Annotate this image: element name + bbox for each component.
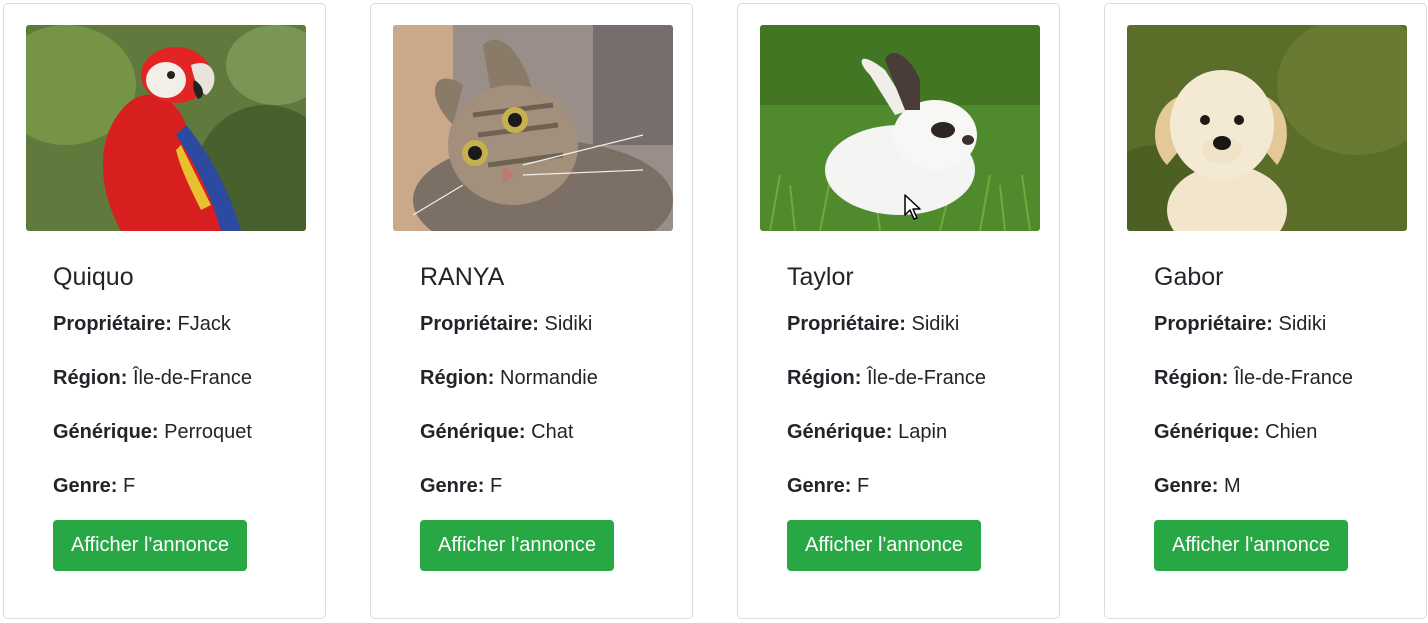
gender-label: Genre: bbox=[420, 475, 485, 497]
gender-value: F bbox=[857, 475, 870, 497]
owner-field: Propriétaire: FJack bbox=[53, 312, 315, 336]
view-listing-button[interactable]: Afficher l'annonce bbox=[1154, 520, 1348, 571]
gender-field: Genre: F bbox=[53, 474, 315, 498]
generic-label: Générique: bbox=[1154, 421, 1260, 443]
region-value: Île-de-France bbox=[867, 367, 986, 389]
gender-label: Genre: bbox=[787, 475, 852, 497]
pet-name: Gabor bbox=[1154, 263, 1224, 291]
generic-field: Générique: Lapin bbox=[787, 420, 1049, 444]
owner-label: Propriétaire: bbox=[420, 313, 539, 335]
dog-photo bbox=[1127, 25, 1407, 231]
generic-value: Chat bbox=[531, 421, 574, 443]
generic-value: Chien bbox=[1265, 421, 1318, 443]
pet-card: Gabor Propriétaire: Sidiki Région: Île-d… bbox=[1104, 3, 1427, 619]
gender-label: Genre: bbox=[53, 475, 118, 497]
generic-field: Générique: Chat bbox=[420, 420, 682, 444]
view-listing-button[interactable]: Afficher l'annonce bbox=[787, 520, 981, 571]
region-field: Région: Île-de-France bbox=[787, 366, 1049, 390]
owner-value: FJack bbox=[177, 313, 231, 335]
generic-label: Générique: bbox=[787, 421, 893, 443]
generic-value: Lapin bbox=[898, 421, 948, 443]
region-label: Région: bbox=[53, 367, 128, 389]
rabbit-photo bbox=[760, 25, 1040, 231]
region-field: Région: Île-de-France bbox=[1154, 366, 1416, 390]
generic-label: Générique: bbox=[420, 421, 526, 443]
generic-field: Générique: Chien bbox=[1154, 420, 1416, 444]
gender-field: Genre: M bbox=[1154, 474, 1416, 498]
parrot-photo bbox=[26, 25, 306, 231]
region-field: Région: Île-de-France bbox=[53, 366, 315, 390]
region-field: Région: Normandie bbox=[420, 366, 682, 390]
region-value: Île-de-France bbox=[133, 367, 252, 389]
owner-label: Propriétaire: bbox=[787, 313, 906, 335]
owner-field: Propriétaire: Sidiki bbox=[420, 312, 682, 336]
region-label: Région: bbox=[787, 367, 862, 389]
owner-value: Sidiki bbox=[1278, 313, 1327, 335]
pet-name: RANYA bbox=[420, 263, 505, 291]
region-value: Île-de-France bbox=[1234, 367, 1353, 389]
pet-card: Quiquo Propriétaire: FJack Région: Île-d… bbox=[3, 3, 326, 619]
view-listing-button[interactable]: Afficher l'annonce bbox=[420, 520, 614, 571]
region-value: Normandie bbox=[500, 367, 598, 389]
generic-field: Générique: Perroquet bbox=[53, 420, 315, 444]
owner-value: Sidiki bbox=[544, 313, 593, 335]
owner-field: Propriétaire: Sidiki bbox=[787, 312, 1049, 336]
cat-photo bbox=[393, 25, 673, 231]
owner-field: Propriétaire: Sidiki bbox=[1154, 312, 1416, 336]
gender-field: Genre: F bbox=[787, 474, 1049, 498]
pet-card: RANYA Propriétaire: Sidiki Région: Norma… bbox=[370, 3, 693, 619]
pet-name: Quiquo bbox=[53, 263, 134, 291]
region-label: Région: bbox=[1154, 367, 1229, 389]
generic-label: Générique: bbox=[53, 421, 159, 443]
gender-label: Genre: bbox=[1154, 475, 1219, 497]
gender-value: F bbox=[123, 475, 136, 497]
gender-field: Genre: F bbox=[420, 474, 682, 498]
owner-label: Propriétaire: bbox=[53, 313, 172, 335]
view-listing-button[interactable]: Afficher l'annonce bbox=[53, 520, 247, 571]
generic-value: Perroquet bbox=[164, 421, 252, 443]
gender-value: M bbox=[1224, 475, 1241, 497]
owner-label: Propriétaire: bbox=[1154, 313, 1273, 335]
owner-value: Sidiki bbox=[911, 313, 960, 335]
pet-name: Taylor bbox=[787, 263, 854, 291]
pet-card: Taylor Propriétaire: Sidiki Région: Île-… bbox=[737, 3, 1060, 619]
region-label: Région: bbox=[420, 367, 495, 389]
gender-value: F bbox=[490, 475, 503, 497]
